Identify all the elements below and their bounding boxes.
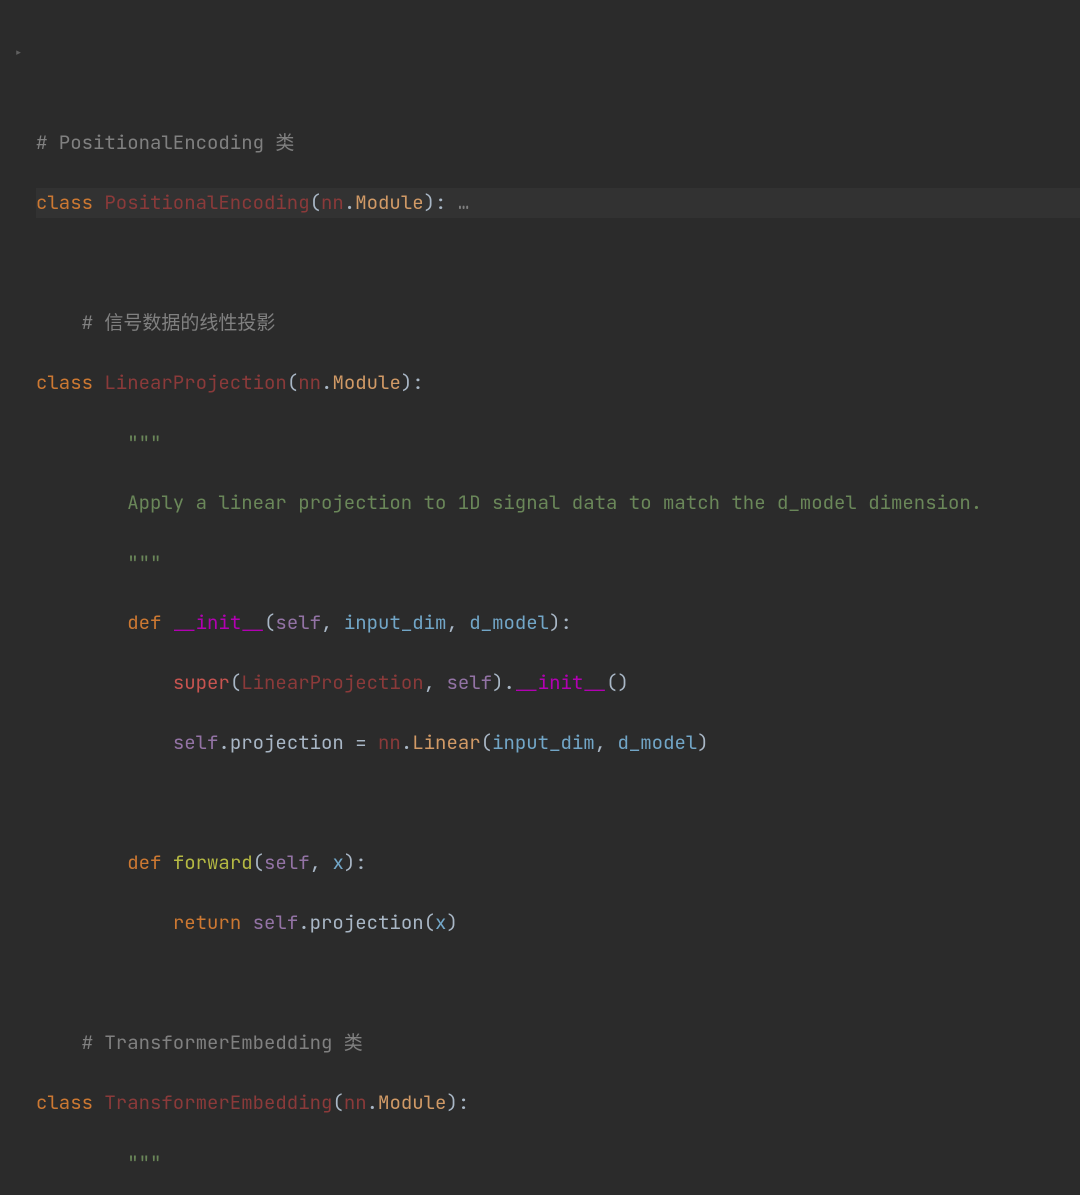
code-line: super(LinearProjection, self).__init__() xyxy=(36,668,1080,698)
gutter: ▸ xyxy=(0,0,34,1195)
code-line: """ xyxy=(36,1148,1080,1178)
code-line: # 信号数据的线性投影 xyxy=(36,308,1080,338)
code-line: class TransformerEmbedding(nn.Module): xyxy=(36,1088,1080,1118)
code-line xyxy=(36,788,1080,818)
code-line: return self.projection(x) xyxy=(36,908,1080,938)
code-line: # TransformerEmbedding 类 xyxy=(36,1028,1080,1058)
code-line: Apply a linear projection to 1D signal d… xyxy=(36,488,1080,518)
code-line: class LinearProjection(nn.Module): xyxy=(36,368,1080,398)
code-line: """ xyxy=(36,428,1080,458)
code-line xyxy=(36,248,1080,278)
fold-arrow-icon[interactable]: ▸ xyxy=(14,38,23,68)
code-line: # PositionalEncoding 类 xyxy=(36,128,1080,158)
code-line: def forward(self, x): xyxy=(36,848,1080,878)
code-line: """ xyxy=(36,548,1080,578)
code-line: def __init__(self, input_dim, d_model): xyxy=(36,608,1080,638)
code-line xyxy=(36,968,1080,998)
code-line: self.projection = nn.Linear(input_dim, d… xyxy=(36,728,1080,758)
code-editor[interactable]: ▸ # PositionalEncoding 类 class Positiona… xyxy=(0,0,1080,1195)
code-area[interactable]: # PositionalEncoding 类 class PositionalE… xyxy=(0,98,1080,1195)
code-line: class PositionalEncoding(nn.Module): … xyxy=(36,188,1080,218)
